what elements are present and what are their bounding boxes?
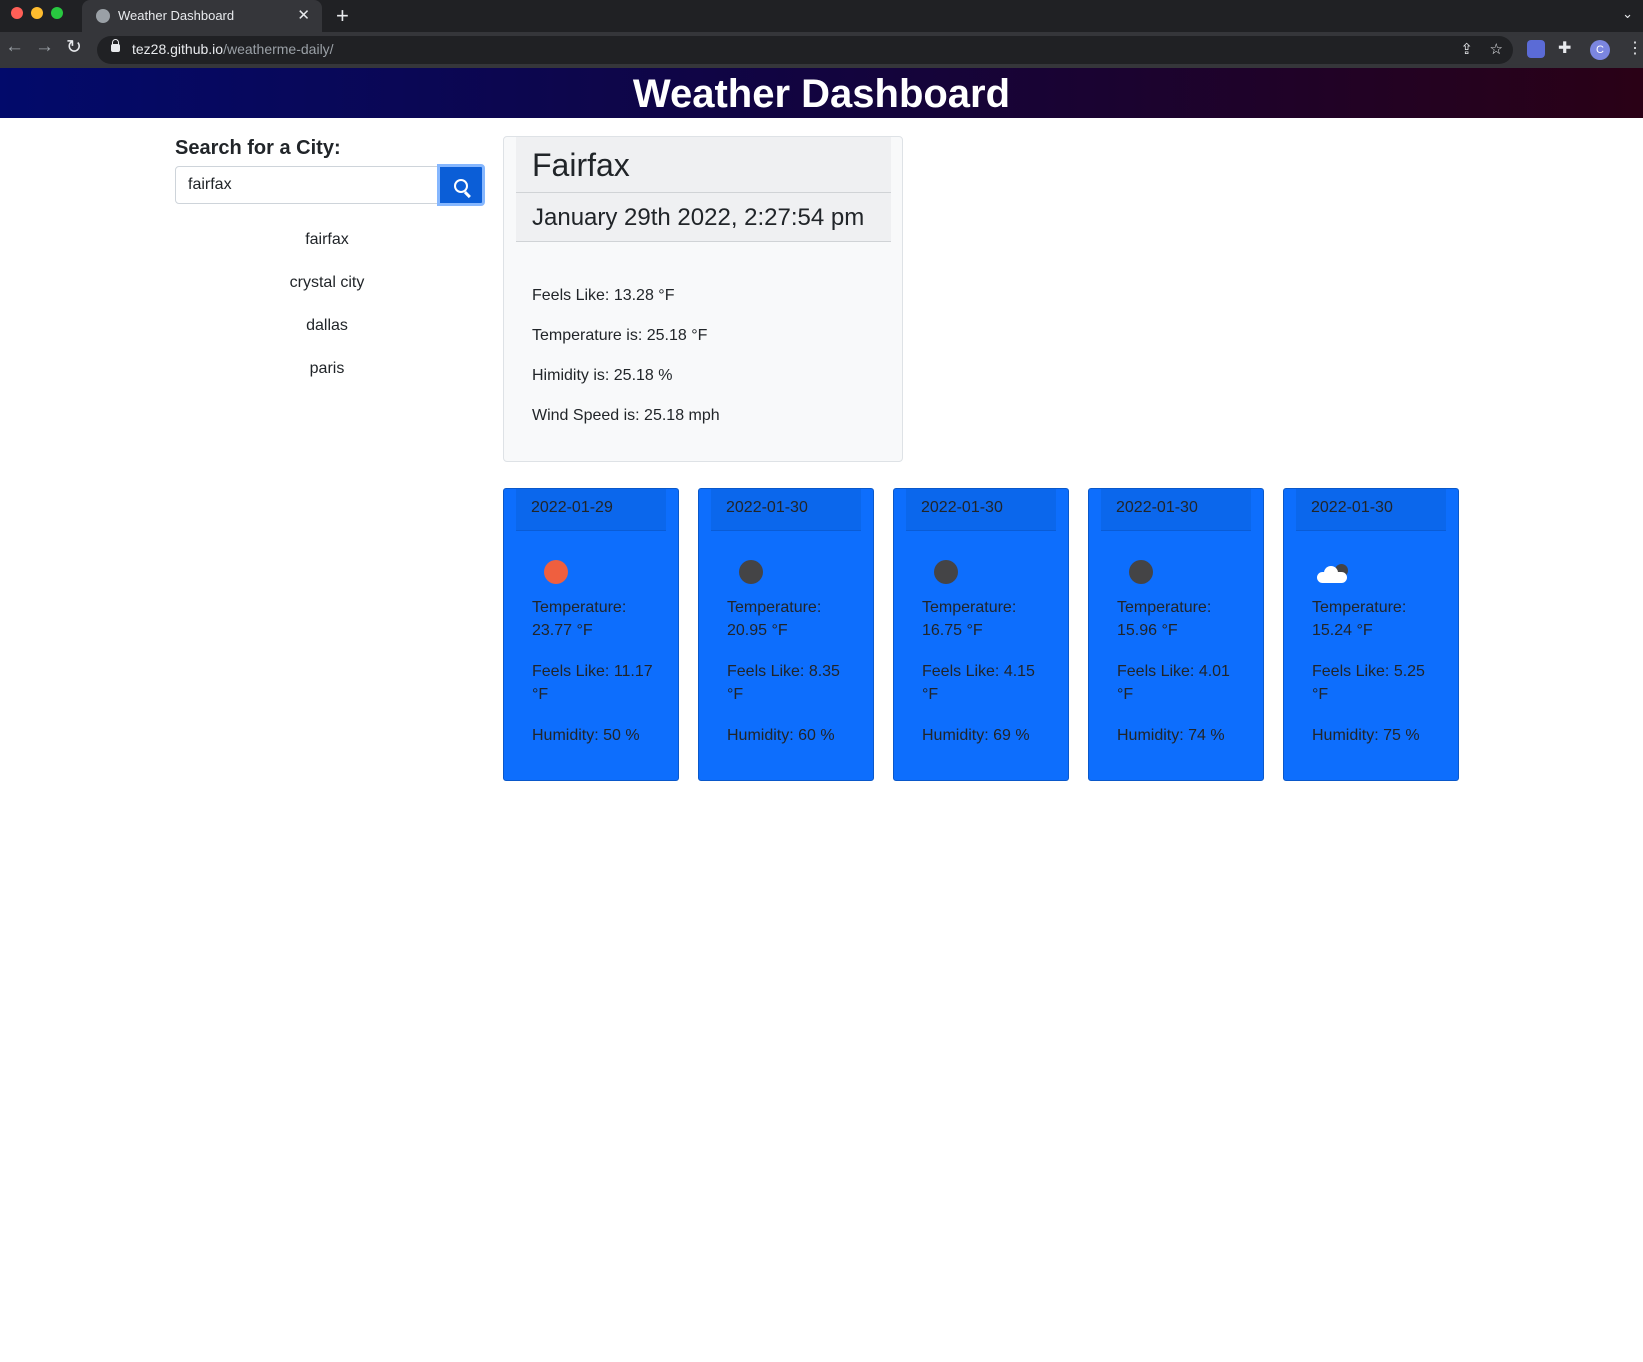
window-close-button[interactable]: [11, 7, 23, 19]
current-temperature: Temperature is: 25.18 °F: [532, 327, 708, 344]
url-text[interactable]: tez28.github.io/weatherme-daily/: [132, 41, 334, 57]
forecast-temperature: Temperature: 15.96 °F: [1117, 599, 1212, 639]
share-icon[interactable]: ⇪: [1460, 40, 1473, 58]
forecast-temperature: Temperature: 23.77 °F: [532, 599, 627, 639]
forecast-date: 2022-01-30: [711, 489, 861, 531]
forecast-feels-like: Feels Like: 8.35 °F: [727, 663, 840, 703]
tab-title: Weather Dashboard: [118, 8, 235, 23]
night-icon: [934, 560, 958, 584]
history-item[interactable]: crystal city: [175, 263, 479, 306]
forecast-date: 2022-01-30: [906, 489, 1056, 531]
current-wind-speed: Wind Speed is: 25.18 mph: [532, 407, 720, 424]
window-minimize-button[interactable]: [31, 7, 43, 19]
reload-icon[interactable]: ↻: [66, 36, 82, 59]
browser-toolbar: ← → ↻ tez28.github.io/weatherme-daily/ ⇪…: [0, 32, 1643, 68]
forecast-card: 2022-01-30 Temperature: 15.24 °F Feels L…: [1283, 488, 1459, 781]
search-history-list: fairfax crystal city dallas paris: [175, 220, 479, 392]
current-weather-card: Fairfax January 29th 2022, 2:27:54 pm Fe…: [503, 136, 903, 462]
cloud-night-icon: [1317, 564, 1349, 584]
browser-tab[interactable]: Weather Dashboard ✕: [82, 0, 322, 32]
forecast-date: 2022-01-30: [1296, 489, 1446, 531]
history-item[interactable]: dallas: [175, 306, 479, 349]
sun-icon: [544, 560, 568, 584]
current-datetime: January 29th 2022, 2:27:54 pm: [516, 193, 891, 242]
history-item[interactable]: fairfax: [175, 220, 479, 263]
lock-icon[interactable]: [111, 39, 120, 52]
page-header: Weather Dashboard: [0, 68, 1643, 118]
night-icon: [739, 560, 763, 584]
forecast-humidity: Humidity: 69 %: [922, 727, 1030, 744]
current-humidity: Himidity is: 25.18 %: [532, 367, 673, 384]
forecast-card: 2022-01-30 Temperature: 16.75 °F Feels L…: [893, 488, 1069, 781]
forecast-humidity: Humidity: 60 %: [727, 727, 835, 744]
tab-search-chevron-icon[interactable]: ⌄: [1622, 6, 1633, 22]
forecast-humidity: Humidity: 75 %: [1312, 727, 1420, 744]
tab-close-icon[interactable]: ✕: [297, 6, 310, 24]
forward-arrow-icon[interactable]: →: [35, 36, 54, 58]
forecast-card: 2022-01-29 Temperature: 23.77 °F Feels L…: [503, 488, 679, 781]
bookmark-star-icon[interactable]: ☆: [1490, 40, 1503, 58]
extensions-puzzle-icon[interactable]: ✚: [1558, 38, 1571, 58]
forecast-feels-like: Feels Like: 4.15 °F: [922, 663, 1035, 703]
forecast-date: 2022-01-30: [1101, 489, 1251, 531]
city-name: Fairfax: [516, 137, 891, 193]
browser-tab-bar: Weather Dashboard ✕ + ⌄: [0, 0, 1643, 32]
profile-avatar[interactable]: C: [1590, 40, 1610, 60]
night-icon: [1129, 560, 1153, 584]
current-feels-like: Feels Like: 13.28 °F: [532, 287, 675, 304]
forecast-feels-like: Feels Like: 4.01 °F: [1117, 663, 1230, 703]
history-item[interactable]: paris: [175, 349, 479, 392]
forecast-humidity: Humidity: 50 %: [532, 727, 640, 744]
forecast-feels-like: Feels Like: 5.25 °F: [1312, 663, 1425, 703]
page-title: Weather Dashboard: [632, 72, 1011, 116]
search-icon: [454, 179, 468, 193]
forecast-humidity: Humidity: 74 %: [1117, 727, 1225, 744]
current-weather-header: Fairfax January 29th 2022, 2:27:54 pm: [516, 137, 891, 242]
search-button[interactable]: [437, 164, 485, 206]
forecast-temperature: Temperature: 20.95 °F: [727, 599, 822, 639]
back-arrow-icon[interactable]: ←: [5, 36, 24, 58]
address-bar[interactable]: tez28.github.io/weatherme-daily/ ⇪ ☆: [97, 36, 1513, 64]
globe-icon: [96, 9, 110, 23]
url-host: tez28.github.io: [132, 41, 224, 57]
current-weather-details: Feels Like: 13.28 °F Temperature is: 25.…: [532, 287, 720, 447]
window-zoom-button[interactable]: [51, 7, 63, 19]
forecast-temperature: Temperature: 16.75 °F: [922, 599, 1017, 639]
search-label: Search for a City:: [175, 137, 341, 159]
city-search-input[interactable]: [175, 166, 439, 204]
forecast-date: 2022-01-29: [516, 489, 666, 531]
new-tab-icon[interactable]: +: [336, 3, 349, 29]
forecast-temperature: Temperature: 15.24 °F: [1312, 599, 1407, 639]
url-path: /weatherme-daily/: [223, 41, 334, 57]
forecast-card: 2022-01-30 Temperature: 20.95 °F Feels L…: [698, 488, 874, 781]
browser-menu-icon[interactable]: ⋮: [1627, 38, 1643, 58]
forecast-feels-like: Feels Like: 11.17 °F: [532, 663, 653, 703]
forecast-card: 2022-01-30 Temperature: 15.96 °F Feels L…: [1088, 488, 1264, 781]
extension-icon[interactable]: [1527, 40, 1545, 58]
